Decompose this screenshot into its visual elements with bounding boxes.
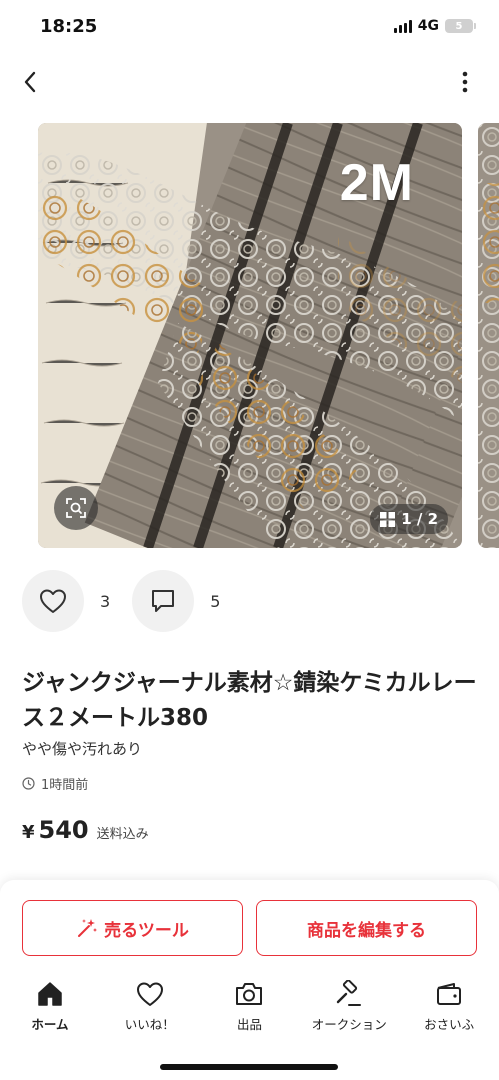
tab-bar: ホーム いいね！ 出品 オークション おさいふ xyxy=(0,980,499,1040)
network-label: 4G xyxy=(417,18,439,34)
back-button[interactable] xyxy=(14,66,46,98)
posted-time: 1時間前 xyxy=(22,774,88,793)
tab-likes-label: いいね！ xyxy=(124,1017,175,1032)
product-title: ジャンクジャーナル素材☆錆染ケミカルレース２メートル380 xyxy=(22,670,477,731)
image-counter[interactable]: 1 / 2 xyxy=(370,504,448,534)
tab-home-label: ホーム xyxy=(31,1017,69,1032)
like-button[interactable] xyxy=(22,570,84,632)
edit-item-label: 商品を編集する xyxy=(307,920,426,941)
status-indicators: 4G 5 xyxy=(393,18,476,34)
sparkle-wand-icon xyxy=(78,919,98,937)
tab-sell[interactable]: 出品 xyxy=(200,980,300,1040)
status-time: 18:25 xyxy=(40,16,98,37)
camera-icon xyxy=(236,983,263,1005)
home-indicator[interactable] xyxy=(160,1064,338,1070)
heart-outline-icon xyxy=(40,589,66,613)
image-overlay-text: 2M xyxy=(339,154,414,212)
like-count: 3 xyxy=(100,591,111,611)
product-condition: やや傷や汚れあり xyxy=(22,740,143,758)
price: ¥ 540 送料込み xyxy=(22,816,149,844)
price-currency: ¥ xyxy=(22,822,35,843)
battery-level: 5 xyxy=(455,20,463,32)
tab-wallet[interactable]: おさいふ xyxy=(399,980,499,1040)
posted-time-text: 1時間前 xyxy=(41,778,89,793)
home-icon xyxy=(38,982,62,1006)
battery-icon: 5 xyxy=(445,19,476,33)
tab-auction[interactable]: オークション xyxy=(299,980,399,1040)
price-value: 540 xyxy=(38,816,89,844)
image-counter-text: 1 / 2 xyxy=(401,510,438,528)
product-image[interactable]: 2M 1 / 2 xyxy=(38,123,462,548)
nav-header xyxy=(0,60,499,106)
sell-tool-button[interactable]: 売るツール xyxy=(22,900,243,956)
tab-auction-label: オークション xyxy=(311,1017,387,1032)
tab-wallet-label: おさいふ xyxy=(424,1017,475,1032)
heart-icon xyxy=(136,982,163,1006)
next-photo xyxy=(478,123,499,548)
more-options-button[interactable] xyxy=(449,66,481,98)
sell-tool-label: 売るツール xyxy=(104,920,189,941)
status-bar: 18:25 4G 5 xyxy=(0,0,499,54)
next-image-preview[interactable] xyxy=(478,123,499,548)
vertical-dots-icon xyxy=(462,71,468,93)
grid-icon xyxy=(380,511,396,527)
zoom-scan-icon xyxy=(66,498,86,518)
engagement-row: 3 5 xyxy=(22,570,242,632)
gavel-icon xyxy=(337,980,362,1006)
tab-likes[interactable]: いいね！ xyxy=(100,980,200,1040)
wallet-icon xyxy=(437,983,462,1005)
clock-icon xyxy=(22,777,35,790)
edit-item-button[interactable]: 商品を編集する xyxy=(256,900,477,956)
zoom-button[interactable] xyxy=(54,486,98,530)
image-carousel[interactable]: 2M 1 / 2 xyxy=(0,123,499,548)
tab-home[interactable]: ホーム xyxy=(0,980,100,1040)
comment-icon xyxy=(152,590,175,612)
tab-sell-label: 出品 xyxy=(236,1017,262,1032)
chevron-left-icon xyxy=(24,71,36,93)
bottom-panel: 売るツール 商品を編集する ホーム いいね！ 出品 オークション おさいふ xyxy=(0,880,499,1080)
signal-icon xyxy=(393,19,412,33)
comment-button[interactable] xyxy=(132,570,195,632)
shipping-note: 送料込み xyxy=(96,827,149,842)
comment-count: 5 xyxy=(210,591,221,611)
